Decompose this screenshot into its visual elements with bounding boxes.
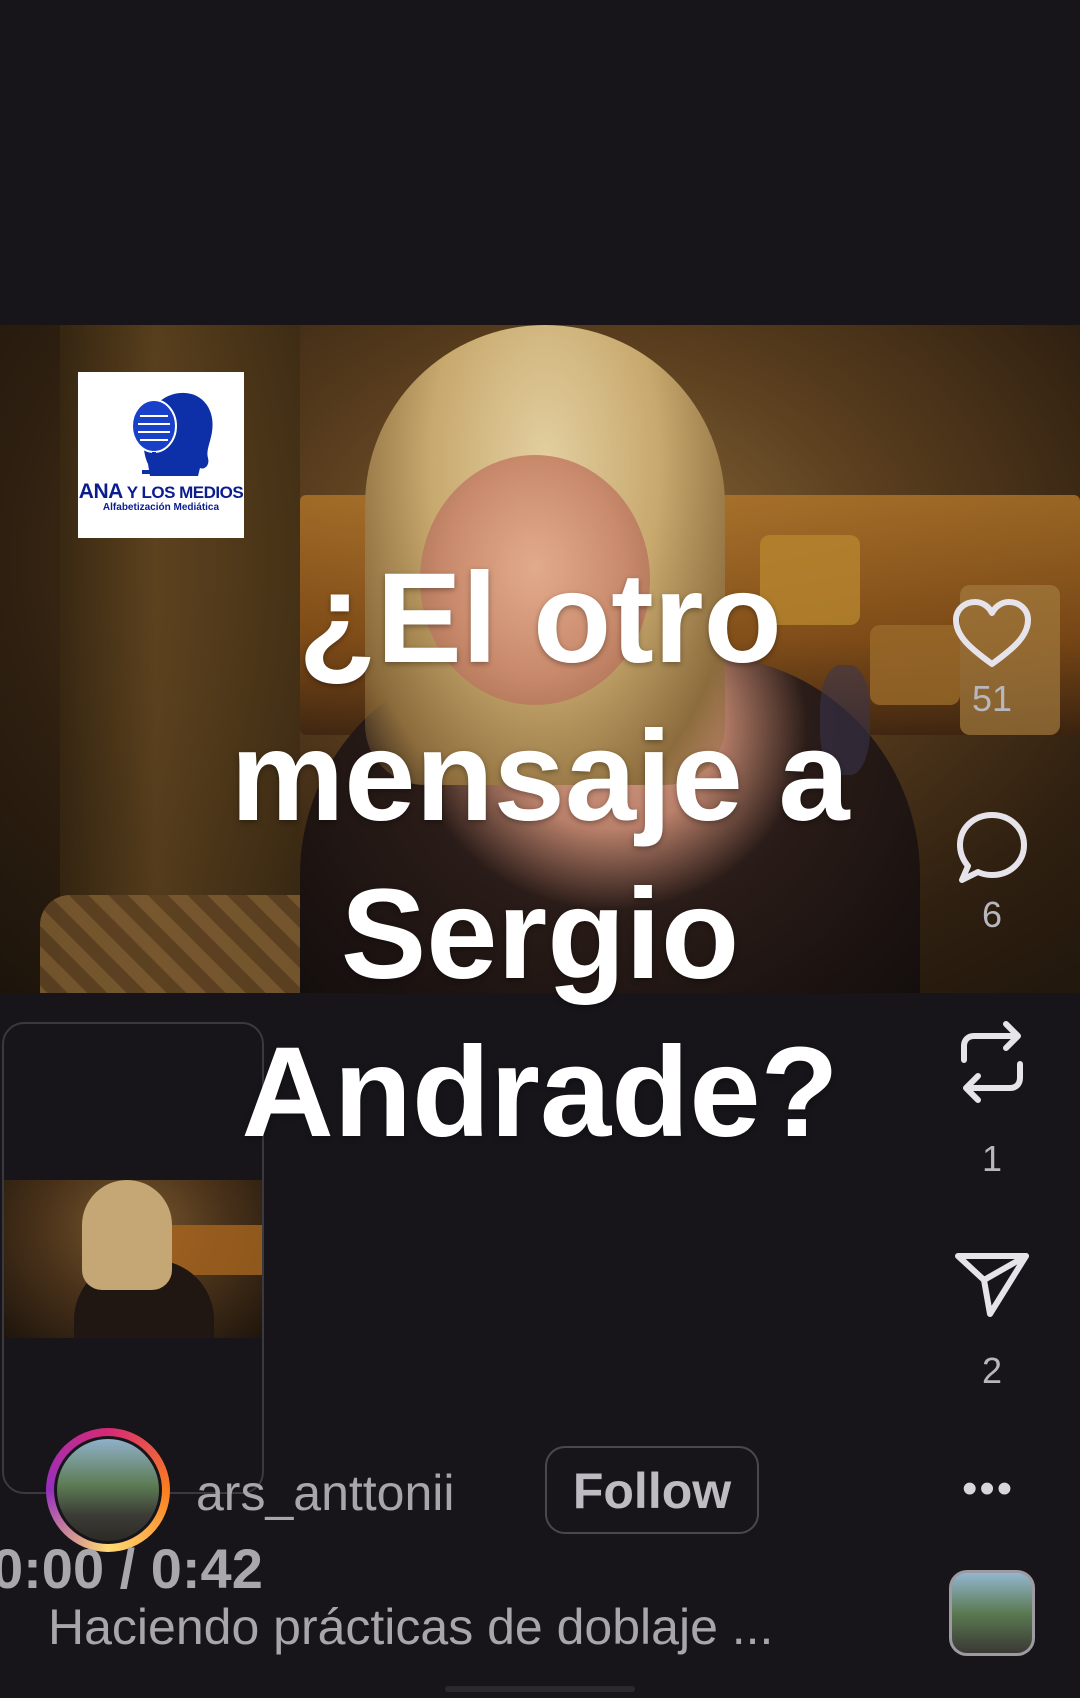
pip-preview-thumbnail[interactable] — [4, 1180, 262, 1338]
username[interactable]: ars_anttonii — [196, 1464, 455, 1522]
avatar[interactable] — [54, 1436, 162, 1544]
like-count: 51 — [971, 678, 1013, 719]
comment-button[interactable]: 6 — [950, 810, 1034, 936]
like-button[interactable]: 51 — [950, 598, 1034, 720]
heart-icon — [953, 599, 1031, 667]
comment-count: 6 — [981, 894, 1003, 935]
reel-viewer: ANA Y LOS MEDIOS Alfabetización Mediátic… — [0, 0, 1080, 1698]
repost-button[interactable]: 1 — [950, 1020, 1034, 1180]
follow-button[interactable]: Follow — [545, 1446, 759, 1534]
logo-emblem-icon — [131, 392, 213, 476]
video-timecode: 0:00 / 0:42 — [0, 1537, 263, 1600]
comment-bubble-icon — [957, 812, 1027, 883]
logo-title: ANA Y LOS MEDIOS — [78, 480, 244, 503]
home-indicator — [445, 1686, 635, 1692]
send-icon — [955, 1253, 1029, 1317]
repost-count: 1 — [981, 1138, 1003, 1179]
logo-subtitle: Alfabetización Mediática — [102, 502, 220, 513]
audio-thumbnail[interactable] — [949, 1570, 1035, 1656]
more-horizontal-icon[interactable]: ••• — [962, 1464, 1014, 1514]
share-count: 2 — [981, 1350, 1003, 1391]
overlay-caption: ¿El otro mensaje a Sergio Andrade? — [230, 547, 850, 1164]
repost-icon — [961, 1021, 1023, 1103]
post-description[interactable]: Haciendo prácticas de doblaje ... — [48, 1598, 868, 1656]
pip-scene-hair — [82, 1180, 172, 1290]
channel-logo: ANA Y LOS MEDIOS Alfabetización Mediátic… — [78, 372, 244, 538]
share-button[interactable]: 2 — [950, 1250, 1034, 1392]
